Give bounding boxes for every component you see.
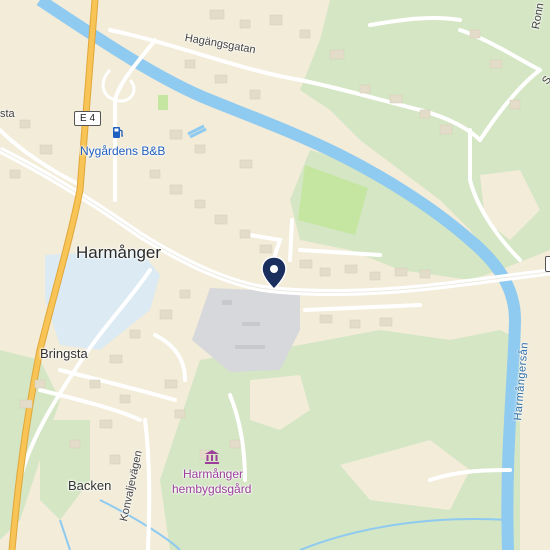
- parking-stripes-icon: [187, 124, 207, 138]
- fuel-icon[interactable]: [111, 125, 125, 139]
- map-view[interactable]: Harmånger Bringsta Backen Hagängsgatan K…: [0, 0, 550, 550]
- poi-label-nygardens[interactable]: Nygårdens B&B: [80, 144, 165, 158]
- museum-icon[interactable]: [204, 449, 220, 465]
- place-label-bringsta[interactable]: Bringsta: [40, 346, 88, 361]
- edge-road-shield: [545, 256, 550, 272]
- location-pin-icon[interactable]: [261, 256, 287, 290]
- e4-road-shield: E 4: [74, 111, 102, 126]
- place-label-backen[interactable]: Backen: [68, 478, 111, 493]
- poi-label-hembygdsgard-line1[interactable]: Harmånger: [183, 467, 243, 481]
- place-label-harmanger[interactable]: Harmånger: [76, 243, 161, 263]
- poi-label-hembygdsgard-line2[interactable]: hembygdsgård: [172, 482, 251, 496]
- street-label-edge-left: sta: [0, 108, 15, 120]
